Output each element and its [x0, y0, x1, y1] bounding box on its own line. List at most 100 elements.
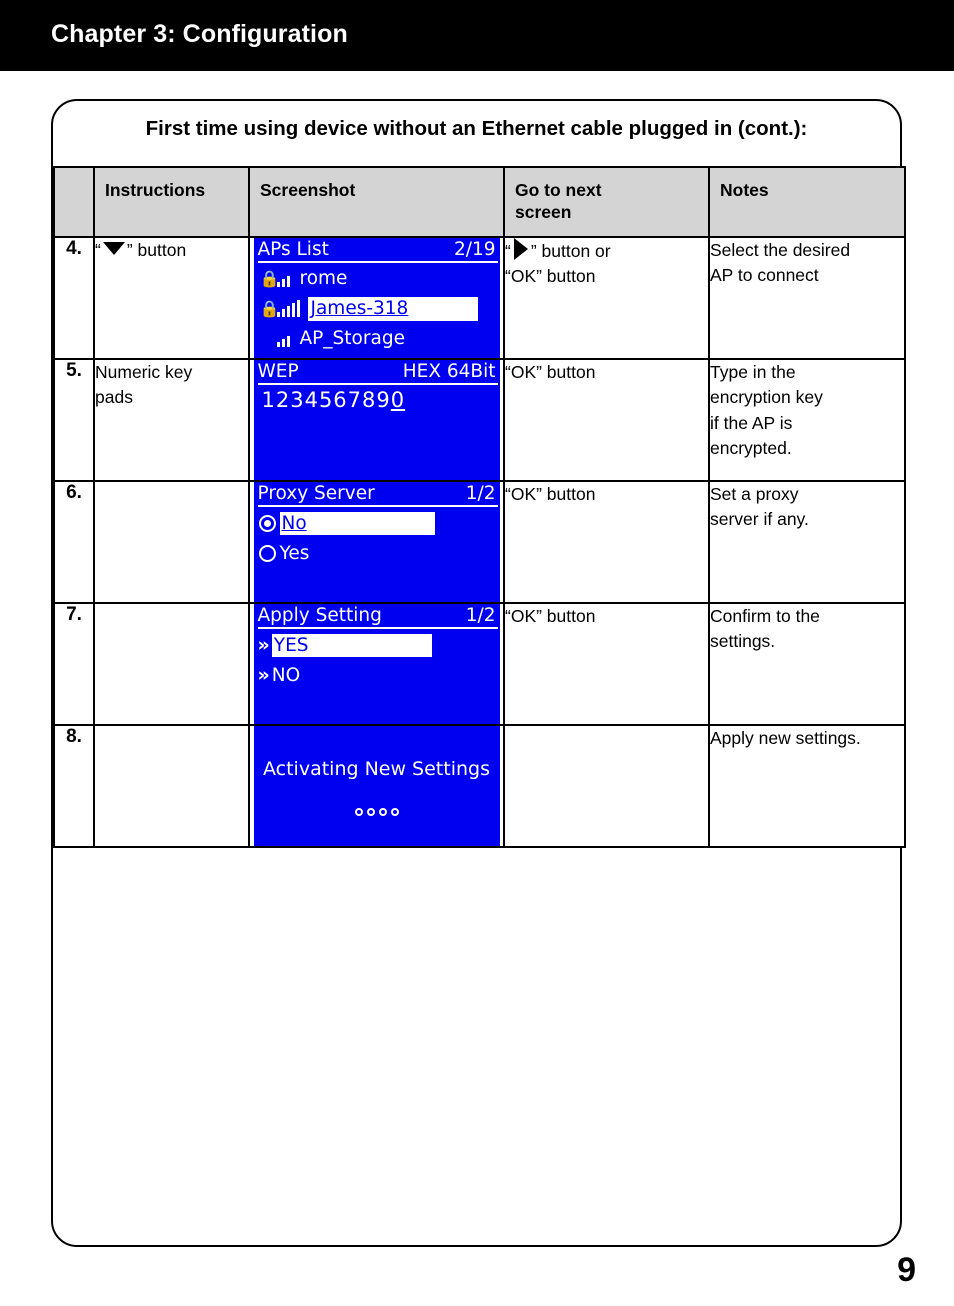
notes-line: Type in the — [710, 362, 796, 382]
radio-button-icon — [258, 514, 276, 532]
lcd-title-left: Proxy Server — [257, 483, 375, 504]
table-row: 6. Proxy Server 1/2 No Yes “OK” button S… — [53, 480, 906, 604]
signal-bars-icon — [276, 272, 292, 287]
step-number: 7. — [53, 602, 95, 726]
radio-option-yes[interactable]: Yes — [254, 539, 500, 567]
progress-dot — [390, 808, 399, 816]
apply-option-yes[interactable]: » YES — [254, 631, 500, 659]
instructions-cell — [93, 724, 250, 848]
wep-key-value[interactable]: 1234567890 — [262, 388, 406, 412]
radio-option-label: No — [279, 511, 435, 535]
panel-heading: First time using device without an Ether… — [145, 117, 808, 140]
lcd-title: Proxy Server 1/2 — [258, 483, 496, 505]
column-header-screenshot: Screenshot — [248, 166, 505, 238]
lcd-title-divider — [257, 261, 498, 263]
notes-line: if the AP is — [710, 412, 793, 433]
notes-cell: Apply new settings. — [708, 724, 906, 848]
screenshot-cell: WEP HEX 64Bit 1234567890 — [248, 358, 505, 482]
apply-option-label: NO — [271, 664, 301, 686]
lcd-screen-apply-setting: Apply Setting 1/2 » YES » NO — [253, 604, 500, 724]
go-to-next-screen-cell — [503, 724, 710, 848]
screenshot-cell: Apply Setting 1/2 » YES » NO — [248, 602, 505, 726]
chapter-header-bar: Chapter 3: Configuration — [0, 0, 954, 71]
lcd-title-right: 1/2 — [465, 605, 496, 626]
next-text-line: “OK” button — [505, 484, 596, 504]
lcd-title-divider — [257, 627, 498, 629]
table-row: 5. Numeric key pads WEP HEX 64Bit 123456… — [53, 358, 906, 482]
next-text-line: “OK” button — [505, 606, 596, 626]
triangle-right-icon — [513, 238, 528, 260]
step-number: 5. — [53, 358, 95, 482]
notes-cell: Select the desired AP to connect — [708, 236, 906, 360]
lcd-title-right: 2/19 — [453, 239, 496, 260]
double-chevron-right-icon: » — [257, 633, 270, 656]
step-number: 6. — [53, 480, 95, 604]
lcd-title-left: APs List — [257, 239, 329, 260]
signal-bars-icon — [276, 299, 302, 317]
instructions-cell: Numeric key pads — [93, 358, 250, 482]
next-quote-open: “ — [505, 241, 511, 261]
lcd-screen-wep-key: WEP HEX 64Bit 1234567890 — [253, 360, 500, 480]
notes-line: Set a proxy — [710, 484, 799, 504]
lcd-title-divider — [257, 505, 498, 507]
lcd-screen-aps-list: APs List 2/19 🔒 rome 🔒 James-318 AP_Stor… — [253, 238, 500, 358]
notes-cell: Confirm to the settings. — [708, 602, 906, 726]
radio-option-no[interactable]: No — [254, 509, 500, 537]
notes-cell: Set a proxy server if any. — [708, 480, 906, 604]
lcd-list-item-label: James-318 — [307, 297, 478, 321]
lcd-title-left: WEP — [257, 361, 299, 382]
lcd-title-divider — [257, 383, 498, 385]
lcd-list-item[interactable]: 🔒 rome — [254, 265, 500, 293]
radio-option-label: Yes — [279, 542, 310, 564]
lcd-list-item-label: rome — [299, 268, 348, 289]
instructions-line: pads — [95, 387, 133, 408]
progress-dot — [378, 808, 387, 816]
table-row: 4. “” button APs List 2/19 🔒 rome 🔒 Jame… — [53, 236, 906, 360]
triangle-down-icon — [102, 242, 125, 255]
table-row: 7. Apply Setting 1/2 » YES » NO “OK” but… — [53, 602, 906, 726]
wep-key-digits: 123456789 — [261, 388, 391, 412]
next-text: ” button or — [530, 241, 611, 261]
progress-dots-icon — [254, 808, 500, 816]
next-text-line2: “OK” button — [505, 266, 596, 287]
lcd-screen-activating: Activating New Settings — [253, 726, 500, 846]
notes-line: settings. — [710, 631, 776, 652]
page-number: 9 — [897, 1251, 916, 1289]
go-to-next-screen-cell: “OK” button — [503, 602, 710, 726]
lcd-title: APs List 2/19 — [258, 239, 496, 261]
notes-line: Apply new settings. — [710, 728, 861, 748]
table-header-row: Instructions Screenshot Go to next screen… — [53, 166, 906, 238]
lcd-title-left: Apply Setting — [257, 605, 382, 626]
lock-icon: 🔒 — [259, 269, 280, 288]
radio-button-icon — [258, 544, 276, 562]
instructions-cell — [93, 602, 250, 726]
next-text-line: “OK” button — [505, 362, 596, 382]
go-to-next-screen-cell: “OK” button — [503, 358, 710, 482]
apply-option-no[interactable]: » NO — [254, 661, 500, 689]
apply-option-label: YES — [271, 633, 432, 657]
step-number: 4. — [53, 236, 95, 360]
table-row: 8. Activating New Settings Apply new set… — [53, 724, 906, 848]
notes-line: encryption key — [710, 387, 823, 408]
column-header-instructions: Instructions — [93, 166, 250, 238]
progress-dot — [354, 808, 363, 816]
go-to-next-screen-cell: “OK” button — [503, 480, 710, 604]
column-header-notes: Notes — [708, 166, 906, 238]
notes-cell: Type in the encryption key if the AP is … — [708, 358, 906, 482]
notes-line: Confirm to the — [710, 606, 820, 626]
instructions-cell: “ ” button — [93, 236, 250, 360]
notes-line: server if any. — [710, 509, 809, 530]
notes-line: Select the desired — [710, 240, 851, 260]
go-to-next-screen-cell: “ ” button or “OK” button — [503, 236, 710, 360]
content-panel: First time using device without an Ether… — [51, 99, 906, 1247]
lcd-title: WEP HEX 64Bit — [258, 361, 496, 383]
double-chevron-right-icon: » — [257, 663, 270, 686]
column-header-number — [53, 166, 95, 238]
activating-message: Activating New Settings — [262, 758, 490, 780]
lock-icon: 🔒 — [259, 299, 280, 318]
steps-table-wrap: Instructions Screenshot Go to next screen… — [53, 166, 906, 848]
lcd-list-item[interactable]: AP_Storage — [254, 325, 500, 353]
notes-line: encrypted. — [710, 438, 792, 459]
lcd-title: Apply Setting 1/2 — [258, 605, 496, 627]
lcd-list-item-selected[interactable]: 🔒 James-318 — [254, 295, 500, 323]
